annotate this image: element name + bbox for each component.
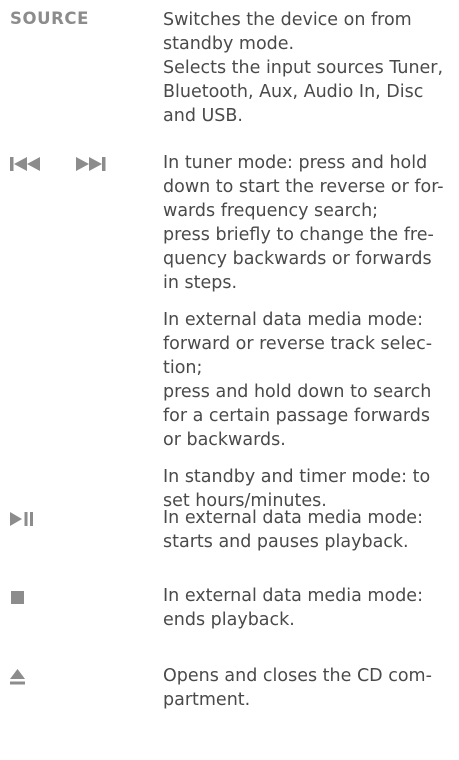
description-line: Selects the input sources Tuner, bbox=[163, 58, 444, 78]
description-paragraph: In external data media mode: ends playba… bbox=[163, 584, 455, 632]
description-line: in steps. bbox=[163, 273, 238, 293]
description-line: press and hold down to search bbox=[163, 382, 432, 402]
description-line: Opens and closes the CD com- bbox=[163, 666, 432, 686]
stop-icon-svg bbox=[11, 591, 24, 604]
description-line: or backwards. bbox=[163, 430, 286, 450]
description-line: partment. bbox=[163, 690, 251, 710]
description-line: and USB. bbox=[163, 106, 243, 126]
description-line: press briefly to change the fre- bbox=[163, 225, 434, 245]
description-line: In tuner mode: press and hold bbox=[163, 153, 428, 173]
description-paragraph: Opens and closes the CD com- partment. bbox=[163, 664, 455, 712]
play-pause-icon-svg bbox=[10, 512, 33, 526]
description-line: In external data media mode: bbox=[163, 586, 423, 606]
description-line: down to start the reverse or for- bbox=[163, 177, 444, 197]
description-paragraph: In external data media mode: forward or … bbox=[163, 308, 455, 452]
description-line: for a certain passage forwards bbox=[163, 406, 431, 426]
description-paragraph: In external data media mode: starts and … bbox=[163, 506, 455, 554]
description-line: Switches the device on from bbox=[163, 10, 412, 30]
stop-icon bbox=[10, 590, 26, 606]
description-line: wards frequency search; bbox=[163, 201, 379, 221]
play-pause-icon bbox=[10, 511, 40, 527]
skip-back-forward-icons-svg bbox=[10, 157, 106, 171]
description-line: quency backwards or forwards bbox=[163, 249, 432, 269]
stop-description: In external data media mode: ends playba… bbox=[163, 584, 455, 632]
eject-icon bbox=[10, 668, 26, 686]
eject-icon-svg bbox=[10, 669, 25, 685]
play-pause-description: In external data media mode: starts and … bbox=[163, 506, 455, 554]
description-line: In standby and timer mode: to bbox=[163, 467, 431, 487]
skip-back-forward-icons bbox=[10, 156, 122, 172]
description-paragraph: Switches the device on from standby mode… bbox=[163, 8, 455, 128]
description-paragraph: In tuner mode: press and hold down to st… bbox=[163, 151, 455, 295]
skip-back-icon bbox=[10, 157, 40, 171]
skip-description: In tuner mode: press and hold down to st… bbox=[163, 151, 455, 513]
description-line: ends playback. bbox=[163, 610, 295, 630]
description-line: tion; bbox=[163, 358, 203, 378]
source-description: Switches the device on from standby mode… bbox=[163, 8, 455, 128]
description-line: In external data media mode: bbox=[163, 508, 423, 528]
description-line: starts and pauses playback. bbox=[163, 532, 409, 552]
description-line: standby mode. bbox=[163, 34, 295, 54]
description-line: In external data media mode: bbox=[163, 310, 423, 330]
eject-description: Opens and closes the CD com- partment. bbox=[163, 664, 455, 712]
description-line: Bluetooth, Aux, Audio In, Disc bbox=[163, 82, 424, 102]
source-key-label: SOURCE bbox=[10, 9, 89, 28]
skip-forward-icon bbox=[76, 157, 106, 171]
description-line: forward or reverse track selec- bbox=[163, 334, 433, 354]
